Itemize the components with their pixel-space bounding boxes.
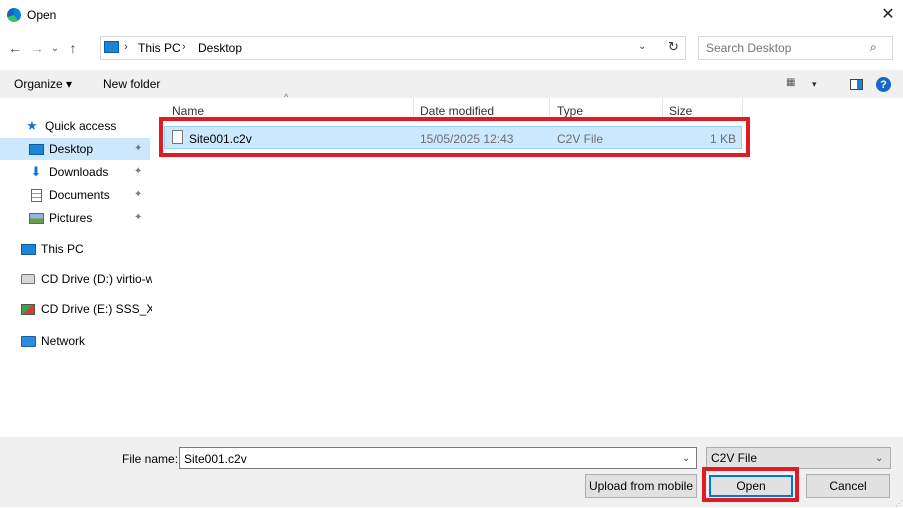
recent-locations-button[interactable]: ⌄ (48, 38, 62, 58)
sidebar-item-label: Quick access (45, 119, 117, 133)
network-icon (20, 334, 36, 348)
title-bar (0, 0, 903, 30)
pin-icon[interactable]: ✦ (134, 143, 142, 154)
help-icon[interactable]: ? (876, 77, 891, 92)
sidebar-item-label: Pictures (49, 211, 93, 225)
chevron-down-icon[interactable]: ▾ (812, 79, 817, 90)
sidebar-item-label: CD Drive (D:) virtio-w (41, 272, 152, 286)
cancel-button[interactable]: Cancel (806, 474, 890, 498)
column-divider[interactable] (549, 98, 550, 118)
file-name-label: File name: (122, 452, 179, 466)
sidebar-item-downloads[interactable]: ⬇ Downloads (28, 161, 148, 183)
address-bar[interactable] (100, 36, 686, 60)
chevron-down-icon[interactable]: ⌄ (682, 453, 690, 464)
breadcrumb-separator-icon[interactable]: › (124, 41, 128, 53)
download-icon: ⬇ (30, 164, 42, 179)
desktop-icon (28, 142, 44, 156)
star-icon: ★ (26, 118, 38, 133)
pin-icon[interactable]: ✦ (134, 189, 142, 200)
column-divider[interactable] (662, 98, 663, 118)
sidebar-item-pictures[interactable]: Pictures (28, 207, 148, 229)
back-button[interactable]: ← (6, 38, 24, 58)
column-divider[interactable] (742, 98, 743, 118)
breadcrumb-separator-icon[interactable]: › (182, 41, 186, 53)
disc-drive-icon (20, 272, 36, 286)
sort-ascending-icon: ^ (284, 92, 289, 102)
sidebar-item-label: This PC (41, 242, 84, 256)
sidebar-item-label: Documents (49, 188, 110, 202)
up-button[interactable]: ↑ (64, 38, 82, 58)
breadcrumb-this-pc[interactable]: This PC (138, 41, 181, 55)
close-button[interactable]: ✕ (876, 3, 900, 25)
column-header-size[interactable]: Size (669, 104, 692, 118)
organize-button[interactable]: Organize ▾ (14, 77, 72, 91)
sidebar-item-network[interactable]: Network (20, 330, 150, 352)
open-highlight-annotation (702, 467, 799, 502)
edge-app-icon (7, 8, 21, 22)
upload-from-mobile-button[interactable]: Upload from mobile (585, 474, 697, 498)
preview-pane-icon[interactable] (850, 79, 863, 90)
chevron-down-icon[interactable]: ⌄ (638, 41, 646, 52)
file-type-selected: C2V File (711, 451, 758, 465)
this-pc-icon (104, 41, 119, 53)
column-divider[interactable] (413, 98, 414, 118)
sidebar-item-cd-drive-e[interactable]: CD Drive (E:) SSS_X64 (20, 298, 152, 320)
column-header-name[interactable]: Name (172, 104, 204, 118)
file-name-input[interactable] (184, 452, 664, 466)
file-highlight-annotation (159, 117, 750, 157)
refresh-icon[interactable]: ↻ (668, 39, 679, 55)
sidebar-item-cd-drive-d[interactable]: CD Drive (D:) virtio-w (20, 268, 152, 290)
computer-icon (20, 242, 36, 256)
search-icon[interactable]: ⌕ (870, 40, 877, 55)
window-title: Open (27, 8, 57, 22)
sidebar-item-label: Desktop (49, 142, 94, 156)
forward-button[interactable]: → (28, 38, 46, 58)
sidebar-item-label: Network (41, 334, 86, 348)
sidebar-item-label: Downloads (49, 165, 109, 179)
sidebar-item-documents[interactable]: Documents (28, 184, 148, 206)
search-input[interactable] (706, 41, 856, 55)
sidebar-item-desktop[interactable]: Desktop (28, 138, 148, 160)
column-header-date[interactable]: Date modified (420, 104, 494, 118)
breadcrumb-desktop[interactable]: Desktop (198, 41, 242, 55)
sidebar-item-quick-access[interactable]: ★ Quick access (24, 115, 149, 137)
view-options-icon[interactable]: ▦ (786, 77, 795, 88)
column-header-type[interactable]: Type (557, 104, 583, 118)
chevron-down-icon[interactable]: ⌄ (875, 453, 883, 464)
sidebar-item-label: CD Drive (E:) SSS_X64 (41, 302, 152, 316)
new-folder-button[interactable]: New folder (103, 77, 160, 91)
install-disc-icon (20, 302, 36, 316)
pin-icon[interactable]: ✦ (134, 212, 142, 223)
pictures-icon (28, 211, 44, 225)
resize-grip-icon[interactable]: ⋰ (895, 499, 903, 508)
pin-icon[interactable]: ✦ (134, 166, 142, 177)
sidebar-item-this-pc[interactable]: This PC (20, 238, 150, 260)
documents-icon (28, 188, 44, 202)
